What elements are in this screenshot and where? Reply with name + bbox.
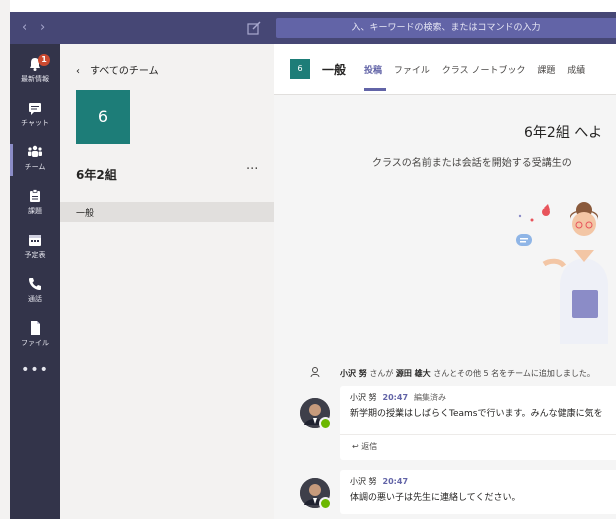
member-added-icon xyxy=(310,367,320,378)
welcome-illustration xyxy=(516,202,608,344)
reply-button[interactable]: ↩ 返信 xyxy=(340,434,616,457)
channel-header: 6 一般 投稿 ファイル クラス ノートブック 課題 成績 xyxy=(274,44,616,95)
welcome-subtitle: クラスの名前または会話を開始する受講生の xyxy=(372,158,572,169)
rail-label: ファイル xyxy=(21,339,49,347)
channel-title: 一般 xyxy=(322,63,347,77)
activity-target[interactable]: 源田 雄大 xyxy=(396,369,431,378)
calendar-icon xyxy=(29,235,41,246)
activity-actor[interactable]: 小沢 努 xyxy=(340,369,367,378)
more-apps-button[interactable]: ••• xyxy=(10,362,60,378)
channel-label: 一般 xyxy=(76,209,95,219)
edited-label: 編集済み xyxy=(414,393,447,402)
rail-item-calendar[interactable]: 予定表 xyxy=(10,228,60,268)
tab-assignments[interactable]: 課題 xyxy=(537,63,555,76)
search-input[interactable]: 入、キーワードの検索、またはコマンドの入力 xyxy=(276,18,616,38)
message-meta: 小沢 努 20:47 xyxy=(350,476,408,487)
rail-label: 予定表 xyxy=(24,251,46,259)
reply-label: ↩ 返信 xyxy=(352,442,378,451)
message-meta: 小沢 努 20:47 編集済み xyxy=(350,392,446,403)
team-panel: ‹ すべてのチーム 6 6年2組 ··· 一般 xyxy=(60,44,275,519)
team-name: 6年2組 xyxy=(76,168,117,182)
avatar[interactable] xyxy=(300,398,332,430)
welcome-title: 6年2組 へよ xyxy=(524,125,603,141)
notification-badge: 1 xyxy=(38,54,50,66)
back-arrow-icon[interactable]: ‹ xyxy=(22,20,27,36)
teams-icon xyxy=(28,145,42,157)
message-body: 体調の悪い子は先生に連絡してください。 xyxy=(350,493,521,503)
rail-item-files[interactable]: ファイル xyxy=(10,316,60,356)
tab-posts[interactable]: 投稿 xyxy=(364,63,382,76)
presence-available-icon xyxy=(319,497,332,510)
message-card[interactable]: 小沢 努 20:47 体調の悪い子は先生に連絡してください。 xyxy=(340,470,616,514)
rail-item-calls[interactable]: 通話 xyxy=(10,272,60,312)
phone-icon xyxy=(29,278,41,290)
presence-available-icon xyxy=(319,417,332,430)
message-card[interactable]: 小沢 努 20:47 編集済み 新学期の授業はしばらくTeamsで行います。みんな健… xyxy=(340,386,616,460)
chat-icon xyxy=(29,103,41,115)
channel-team-avatar: 6 xyxy=(290,59,310,79)
channel-tabs: 投稿 ファイル クラス ノートブック 課題 成績 xyxy=(364,63,594,76)
active-tab-indicator xyxy=(364,88,386,91)
activity-message: 小沢 努 さんが 源田 雄大 さんとその他 5 名をチームに追加しました。 xyxy=(340,368,595,379)
assignments-icon xyxy=(30,189,40,202)
message-time: 20:47 xyxy=(382,393,409,402)
team-more-options-icon[interactable]: ··· xyxy=(246,162,258,177)
forward-arrow-icon[interactable]: › xyxy=(40,20,45,36)
activity-text: さんとその他 5 名をチームに追加しました。 xyxy=(430,369,595,378)
rail-item-chat[interactable]: チャット xyxy=(10,96,60,136)
message-author[interactable]: 小沢 努 xyxy=(350,393,377,402)
avatar[interactable] xyxy=(300,478,332,510)
all-teams-link[interactable]: ‹ すべてのチーム xyxy=(76,62,159,77)
team-avatar: 6 xyxy=(76,90,130,144)
activity-text: さんが xyxy=(366,369,396,378)
title-bar: ‹ › 入、キーワードの検索、またはコマンドの入力 xyxy=(10,12,616,44)
rail-item-activity[interactable]: 1 最新情報 xyxy=(10,52,60,92)
compose-icon[interactable] xyxy=(246,20,262,36)
rail-label: チーム xyxy=(24,163,46,171)
rail-label: 通話 xyxy=(28,295,42,303)
app-rail: 1 最新情報 チャット チーム 課題 予定表 通話 ファイル ••• xyxy=(10,44,60,519)
window-edge xyxy=(0,0,10,519)
main-content: 6 一般 投稿 ファイル クラス ノートブック 課題 成績 6年2組 へよ クラ… xyxy=(274,44,616,519)
rail-label: 課題 xyxy=(28,207,42,215)
rail-item-teams[interactable]: チーム xyxy=(10,140,60,180)
rail-label: 最新情報 xyxy=(21,75,49,83)
tab-class-notebook[interactable]: クラス ノートブック xyxy=(442,63,526,76)
message-author[interactable]: 小沢 努 xyxy=(350,477,377,486)
file-icon xyxy=(31,321,40,335)
rail-item-assignments[interactable]: 課題 xyxy=(10,184,60,224)
message-body: 新学期の授業はしばらくTeamsで行います。みんな健康に気を xyxy=(350,409,603,419)
tab-files[interactable]: ファイル xyxy=(394,63,430,76)
tab-grades[interactable]: 成績 xyxy=(567,63,585,76)
channel-item-general[interactable]: 一般 xyxy=(60,202,274,222)
rail-label: チャット xyxy=(21,119,49,127)
message-time: 20:47 xyxy=(382,477,409,486)
